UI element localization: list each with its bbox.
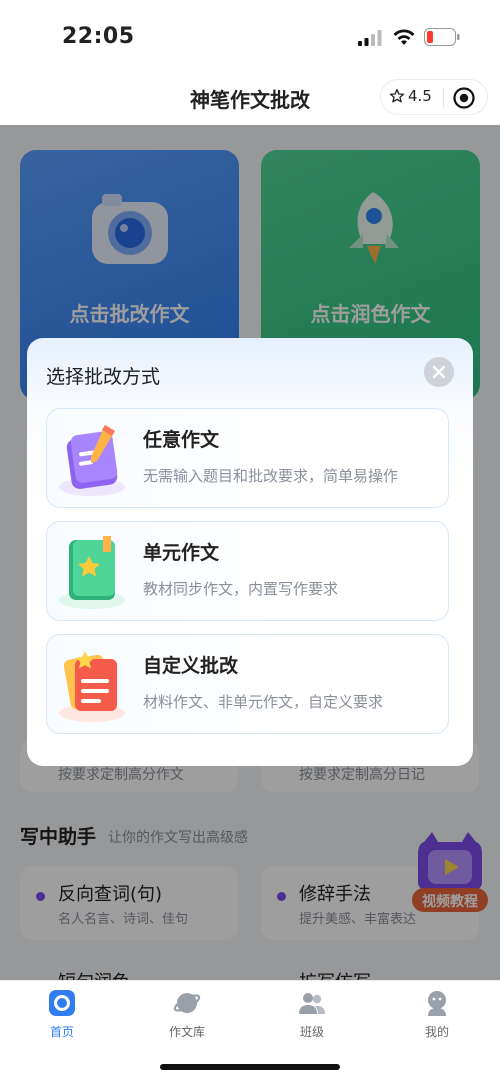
close-miniprogram-icon[interactable] bbox=[452, 86, 476, 110]
purple-notebook-pencil-icon bbox=[59, 425, 125, 496]
cellular-signal-icon bbox=[358, 30, 382, 46]
tab-essay-library[interactable]: 作文库 bbox=[147, 989, 227, 1040]
option-description: 无需输入题目和批改要求，简单易操作 bbox=[143, 467, 399, 485]
tab-home[interactable]: 首页 bbox=[22, 989, 102, 1040]
planet-icon bbox=[173, 993, 201, 1013]
option-description: 材料作文、非单元作文，自定义要求 bbox=[143, 693, 384, 711]
tab-label: 作文库 bbox=[168, 1025, 205, 1039]
tab-class[interactable]: 班级 bbox=[272, 989, 352, 1040]
home-indicator bbox=[160, 1064, 340, 1070]
close-icon bbox=[432, 365, 446, 379]
tab-label: 我的 bbox=[424, 1025, 449, 1039]
mini-program-capsule: 4.5 bbox=[380, 79, 488, 115]
group-icon bbox=[299, 993, 325, 1014]
status-bar: 22:05 bbox=[0, 0, 500, 70]
red-document-star-icon bbox=[59, 651, 125, 722]
wifi-icon bbox=[393, 29, 415, 45]
close-button[interactable] bbox=[424, 357, 454, 387]
option-custom-grading[interactable]: 自定义批改 材料作文、非单元作文，自定义要求 bbox=[46, 634, 449, 734]
home-icon bbox=[49, 990, 75, 1016]
option-name: 任意作文 bbox=[143, 429, 220, 451]
rating-value: 4.5 bbox=[408, 87, 432, 105]
user-face-icon bbox=[428, 991, 446, 1016]
tab-bar: 首页 作文库 班级 我的 bbox=[0, 980, 500, 1070]
option-description: 教材同步作文，内置写作要求 bbox=[143, 580, 339, 598]
tab-mine[interactable]: 我的 bbox=[397, 989, 477, 1040]
battery-low-icon bbox=[424, 28, 460, 46]
rating-button[interactable]: 4.5 bbox=[389, 87, 432, 105]
option-unit-essay[interactable]: 单元作文 教材同步作文，内置写作要求 bbox=[46, 521, 449, 621]
navigation-bar: 神笔作文批改 4.5 bbox=[0, 70, 500, 125]
star-outline-icon bbox=[389, 89, 405, 103]
status-time: 22:05 bbox=[62, 24, 135, 49]
option-any-essay[interactable]: 任意作文 无需输入题目和批改要求，简单易操作 bbox=[46, 408, 449, 508]
tab-label: 首页 bbox=[49, 1025, 74, 1039]
capsule-divider bbox=[443, 88, 444, 108]
option-name: 自定义批改 bbox=[143, 655, 239, 677]
grading-method-dialog: 选择批改方式 任意作文 无需输入题目和批改要求，简单易操作 单元作文 教材同步作… bbox=[27, 338, 473, 766]
green-book-star-icon bbox=[59, 536, 125, 609]
option-name: 单元作文 bbox=[143, 542, 220, 564]
dialog-title: 选择批改方式 bbox=[46, 366, 161, 388]
tab-label: 班级 bbox=[299, 1025, 324, 1039]
